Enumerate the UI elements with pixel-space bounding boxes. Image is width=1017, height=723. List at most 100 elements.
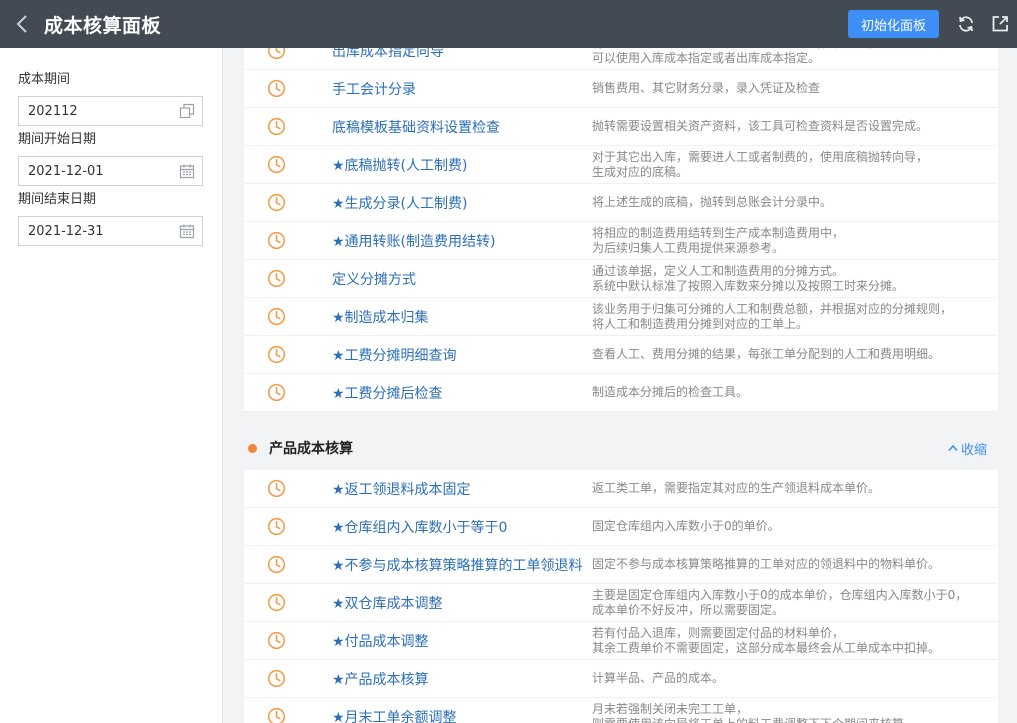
section-product-cost-list: ★返工领退料成本固定 返工类工单，需要指定其对应的生产领退料成本单价。 ★仓库组内入… bbox=[244, 470, 998, 723]
start-date-label: 期间开始日期 bbox=[18, 132, 97, 147]
filter-sidebar: 成本期间 202112 期间开始日期 2021-12-01 期间结束日期 202… bbox=[0, 48, 223, 723]
list-item[interactable]: ★工费分摊后检查 制造成本分摊后的检查工具。 bbox=[244, 374, 998, 412]
item-name-link[interactable]: ★返工领退料成本固定 bbox=[332, 479, 592, 499]
clock-icon[interactable] bbox=[244, 70, 332, 107]
section-cost-allocation-list: 出库成本指定向导有些其它出入库单想要抛转到总账的人工或者制费中， 可以使用入库成… bbox=[244, 48, 998, 412]
list-item[interactable]: ★返工领退料成本固定 返工类工单，需要指定其对应的生产领退料成本单价。 bbox=[244, 470, 998, 508]
list-item[interactable]: ★仓库组内入库数小于等于0 固定仓库组内入库数小于0的单价。 bbox=[244, 508, 998, 546]
item-description: 销售费用、其它财务分录，录入凭证及检查 bbox=[592, 81, 821, 95]
item-description: 计算半品、产品的成本。 bbox=[592, 671, 725, 685]
list-item[interactable]: 底稿模板基础资料设置检查 抛转需要设置相关资产资料，该工具可检查资料是否设置完成。 bbox=[244, 108, 998, 146]
item-description: 该业务用于归集可分摊的人工和制费总额，并根据对应的分摊规则， 将人工和制造费用分… bbox=[592, 301, 953, 331]
clock-icon[interactable] bbox=[244, 184, 332, 221]
clock-icon[interactable] bbox=[244, 108, 332, 145]
calendar-icon[interactable] bbox=[179, 223, 195, 239]
cost-period-value: 202112 bbox=[28, 103, 78, 119]
item-description: 将上述生成的底稿，抛转到总账会计分录中。 bbox=[592, 195, 833, 209]
list-item[interactable]: ★底稿抛转(人工制费) 对于其它出入库，需要进人工或者制费的，使用底稿抛转向导， … bbox=[244, 146, 998, 184]
item-name-link[interactable]: ★付品成本调整 bbox=[332, 631, 592, 651]
clock-icon[interactable] bbox=[244, 660, 332, 697]
list-item[interactable]: 定义分摊方式 通过该单据，定义人工和制造费用的分摊方式。 系统中默认标准了按照入库… bbox=[244, 260, 998, 298]
main-content: 出库成本指定向导有些其它出入库单想要抛转到总账的人工或者制费中， 可以使用入库成… bbox=[244, 48, 998, 723]
item-name-link[interactable]: ★产品成本核算 bbox=[332, 669, 592, 689]
export-button[interactable] bbox=[983, 0, 1017, 48]
list-item[interactable]: 手工会计分录 销售费用、其它财务分录，录入凭证及检查 bbox=[244, 70, 998, 108]
item-description: 制造成本分摊后的检查工具。 bbox=[592, 385, 749, 399]
item-name-link[interactable]: ★工费分摊明细查询 bbox=[332, 345, 592, 365]
section-cost-allocation-card: 出库成本指定向导有些其它出入库单想要抛转到总账的人工或者制费中， 可以使用入库成… bbox=[244, 48, 998, 412]
end-date-value: 2021-12-31 bbox=[28, 223, 104, 239]
item-name-link[interactable]: ★底稿抛转(人工制费) bbox=[332, 155, 592, 175]
start-date-value: 2021-12-01 bbox=[28, 163, 104, 179]
clock-icon[interactable] bbox=[244, 470, 332, 507]
item-name-link[interactable]: 出库成本指定向导 bbox=[332, 48, 592, 61]
cost-period-group: 成本期间 202112 bbox=[18, 70, 222, 126]
section-header-product-cost: 产品成本核算 收缩 bbox=[244, 426, 998, 470]
end-date-label: 期间结束日期 bbox=[18, 192, 97, 207]
end-date-field[interactable]: 2021-12-31 bbox=[18, 216, 203, 246]
copy-icon[interactable] bbox=[179, 103, 195, 119]
toolbar: 初始化面板 bbox=[847, 0, 1017, 48]
clock-icon[interactable] bbox=[244, 222, 332, 259]
item-description: 抛转需要设置相关资产资料，该工具可检查资料是否设置完成。 bbox=[592, 119, 929, 133]
item-name-link[interactable]: ★仓库组内入库数小于等于0 bbox=[332, 517, 592, 537]
list-item[interactable]: ★不参与成本核算策略推算的工单领退料 固定不参与成本核算策略推算的工单对应的领退料… bbox=[244, 546, 998, 584]
clock-icon[interactable] bbox=[244, 298, 332, 335]
item-name-link[interactable]: ★月末工单余额调整 bbox=[332, 707, 592, 723]
item-description: 主要是固定仓库组内入库数小于0的成本单价，仓库组内入库数小于0， 成本单价不好反… bbox=[592, 587, 968, 617]
item-name-link[interactable]: ★制造成本归集 bbox=[332, 307, 592, 327]
item-description: 固定仓库组内入库数小于0的单价。 bbox=[592, 519, 780, 533]
refresh-icon bbox=[959, 16, 973, 32]
list-item[interactable]: ★生成分录(人工制费) 将上述生成的底稿，抛转到总账会计分录中。 bbox=[244, 184, 998, 222]
back-button[interactable] bbox=[0, 0, 44, 48]
list-item[interactable]: ★双仓库成本调整 主要是固定仓库组内入库数小于0的成本单价，仓库组内入库数小于0，… bbox=[244, 584, 998, 622]
clock-icon[interactable] bbox=[244, 260, 332, 297]
item-description: 有些其它出入库单想要抛转到总账的人工或者制费中， 可以使用入库成本指定或者出库成… bbox=[592, 48, 880, 65]
cost-period-field[interactable]: 202112 bbox=[18, 96, 203, 126]
list-item[interactable]: ★付品成本调整 若有付品入退库，则需要固定付品的材料单价， 其余工费单价不需要固定… bbox=[244, 622, 998, 660]
clock-icon[interactable] bbox=[244, 698, 332, 723]
collapse-button[interactable]: 收缩 bbox=[948, 426, 987, 470]
item-name-link[interactable]: ★工费分摊后检查 bbox=[332, 383, 592, 403]
clock-icon[interactable] bbox=[244, 508, 332, 545]
list-item[interactable]: ★制造成本归集 该业务用于归集可分摊的人工和制费总额，并根据对应的分摊规则， 将人… bbox=[244, 298, 998, 336]
item-description: 通过该单据，定义人工和制造费用的分摊方式。 系统中默认标准了按照入库数来分摊以及… bbox=[592, 263, 905, 293]
chevron-up-icon bbox=[948, 444, 958, 452]
item-name-link[interactable]: ★不参与成本核算策略推算的工单领退料 bbox=[332, 555, 592, 575]
item-description: 若有付品入退库，则需要固定付品的材料单价， 其余工费单价不需要固定，这部分成本最… bbox=[592, 625, 941, 655]
item-description: 将相应的制造费用结转到生产成本制造费用中， 为后续归集人工费用提供来源参考。 bbox=[592, 225, 845, 255]
calendar-icon[interactable] bbox=[179, 163, 195, 179]
item-description: 对于其它出入库，需要进人工或者制费的，使用底稿抛转向导， 生成对应的底稿。 bbox=[592, 149, 929, 179]
list-item[interactable]: ★工费分摊明细查询 查看人工、费用分摊的结果，每张工单分配到的人工和费用明细。 bbox=[244, 336, 998, 374]
list-item[interactable]: ★通用转账(制造费用结转) 将相应的制造费用结转到生产成本制造费用中， 为后续归集… bbox=[244, 222, 998, 260]
list-item[interactable]: ★产品成本核算 计算半品、产品的成本。 bbox=[244, 660, 998, 698]
page-title: 成本核算面板 bbox=[44, 14, 162, 37]
item-name-link[interactable]: ★生成分录(人工制费) bbox=[332, 193, 592, 213]
section-gap bbox=[244, 412, 998, 426]
clock-icon[interactable] bbox=[244, 146, 332, 183]
list-item[interactable]: ★月末工单余额调整月末若强制关闭未完工工单， 则需要使用该向导将工单上的料工费调… bbox=[244, 698, 998, 723]
top-bar: 成本核算面板 初始化面板 bbox=[0, 0, 1017, 48]
clock-icon[interactable] bbox=[244, 374, 332, 411]
chevron-left-icon bbox=[16, 15, 27, 33]
list-item[interactable]: 出库成本指定向导有些其它出入库单想要抛转到总账的人工或者制费中， 可以使用入库成… bbox=[244, 48, 998, 70]
start-date-field[interactable]: 2021-12-01 bbox=[18, 156, 203, 186]
item-name-link[interactable]: 底稿模板基础资料设置检查 bbox=[332, 117, 592, 137]
end-date-group: 期间结束日期 2021-12-31 bbox=[18, 190, 222, 246]
item-name-link[interactable]: ★通用转账(制造费用结转) bbox=[332, 231, 592, 251]
refresh-button[interactable] bbox=[949, 0, 983, 48]
init-panel-button[interactable]: 初始化面板 bbox=[847, 10, 939, 38]
item-description: 查看人工、费用分摊的结果，每张工单分配到的人工和费用明细。 bbox=[592, 347, 941, 361]
clock-icon[interactable] bbox=[244, 622, 332, 659]
item-name-link[interactable]: 定义分摊方式 bbox=[332, 269, 592, 289]
clock-icon[interactable] bbox=[244, 584, 332, 621]
section-product-cost-card: ★返工领退料成本固定 返工类工单，需要指定其对应的生产领退料成本单价。 ★仓库组内入… bbox=[244, 470, 998, 723]
item-name-link[interactable]: 手工会计分录 bbox=[332, 79, 592, 99]
collapse-label: 收缩 bbox=[960, 442, 987, 458]
start-date-group: 期间开始日期 2021-12-01 bbox=[18, 130, 222, 186]
cost-period-label: 成本期间 bbox=[18, 72, 71, 87]
clock-icon[interactable] bbox=[244, 336, 332, 373]
item-name-link[interactable]: ★双仓库成本调整 bbox=[332, 593, 592, 613]
clock-icon[interactable] bbox=[244, 546, 332, 583]
clock-icon[interactable] bbox=[244, 48, 332, 69]
